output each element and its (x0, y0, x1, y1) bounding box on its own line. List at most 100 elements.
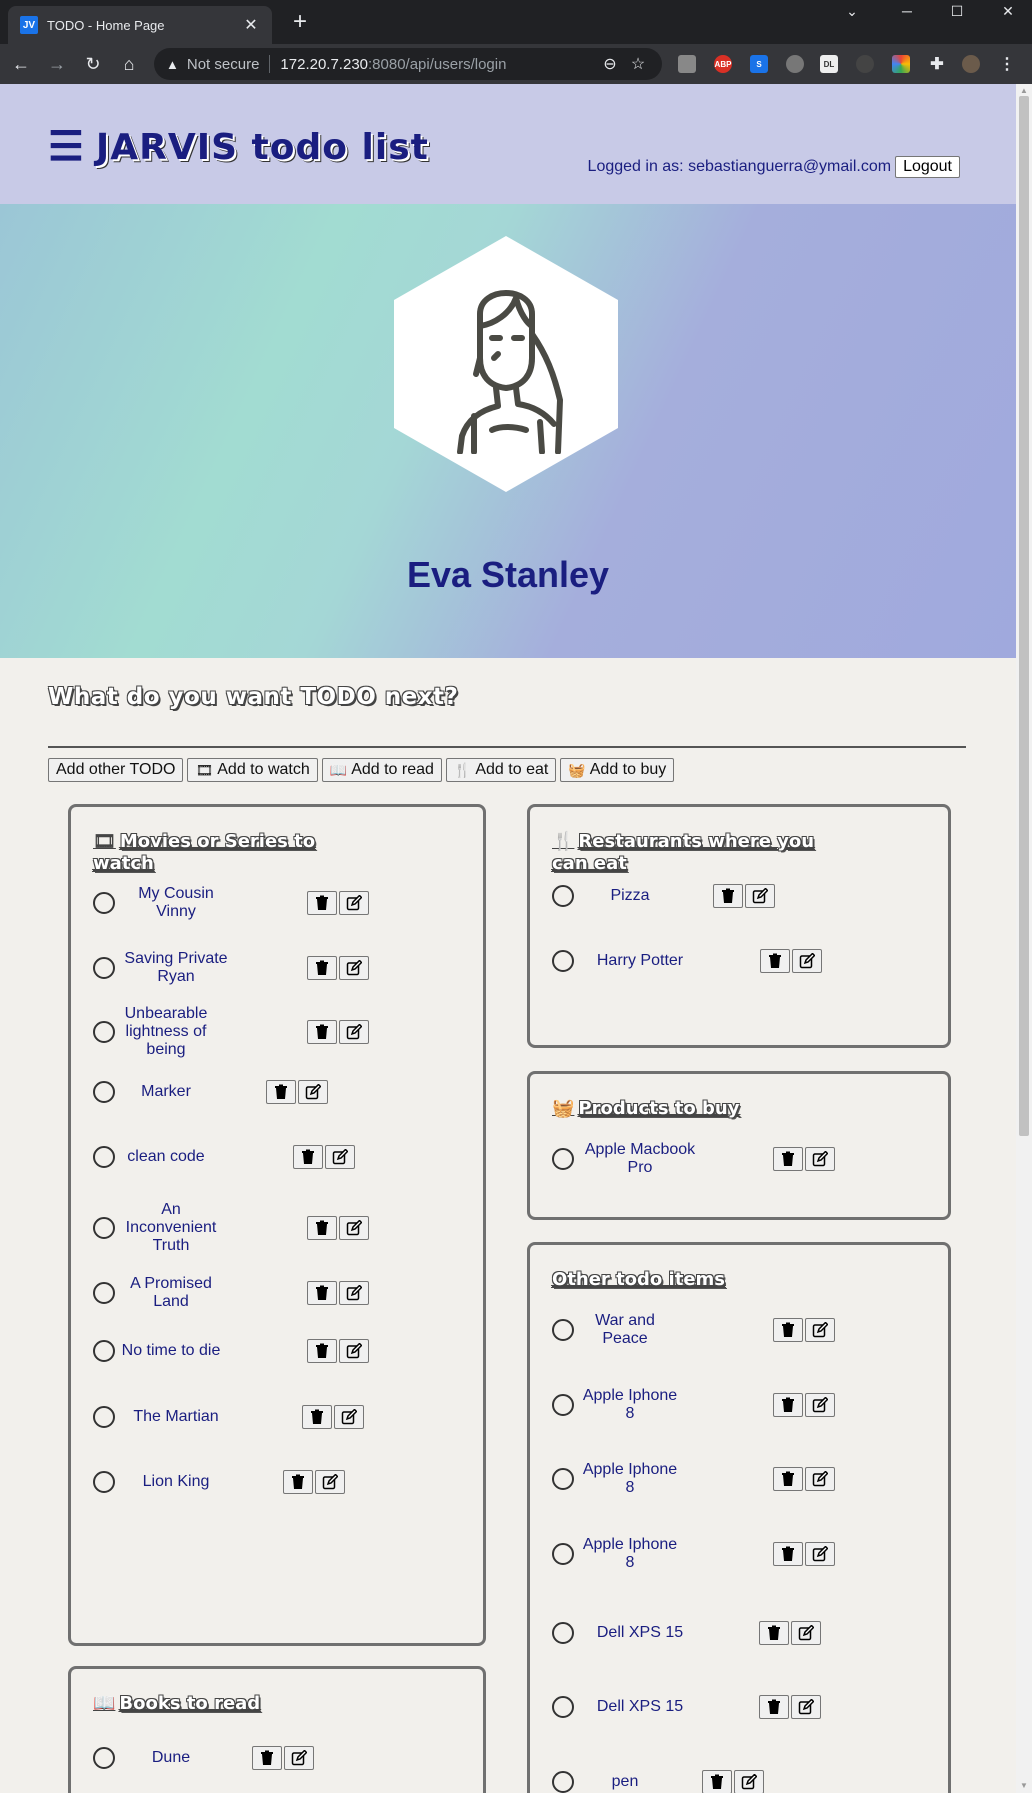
delete-button[interactable] (713, 884, 743, 908)
browser-menu-icon[interactable]: ⋮ (998, 55, 1016, 73)
todo-checkbox[interactable] (93, 1282, 115, 1304)
reload-icon[interactable]: ↻ (82, 53, 104, 75)
edit-button[interactable] (805, 1318, 835, 1342)
todo-checkbox[interactable] (552, 1468, 574, 1490)
add-to-buy-button[interactable]: 🧺 Add to buy (560, 758, 675, 782)
delete-button[interactable] (773, 1318, 803, 1342)
edit-button[interactable] (339, 956, 369, 980)
delete-button[interactable] (773, 1147, 803, 1171)
delete-button[interactable] (283, 1470, 313, 1494)
delete-button[interactable] (307, 1020, 337, 1044)
minimize-icon[interactable]: ─ (889, 0, 925, 22)
bookmark-star-icon[interactable]: ☆ (624, 54, 652, 74)
todo-checkbox[interactable] (93, 1406, 115, 1428)
edit-button[interactable] (805, 1467, 835, 1491)
edit-button[interactable] (334, 1405, 364, 1429)
todo-checkbox[interactable] (552, 950, 574, 972)
todo-checkbox[interactable] (93, 957, 115, 979)
url-text[interactable]: 172.20.7.230:8080/api/users/login (280, 56, 596, 73)
edit-button[interactable] (339, 1339, 369, 1363)
address-bar[interactable]: ▲ Not secure 172.20.7.230:8080/api/users… (154, 48, 662, 80)
add-to-read-button[interactable]: 📖 Add to read (321, 758, 442, 782)
todo-checkbox[interactable] (552, 1543, 574, 1565)
delete-button[interactable] (759, 1621, 789, 1645)
edit-button[interactable] (339, 1216, 369, 1240)
adblock-icon[interactable]: ABP (714, 55, 732, 73)
scrollbar-thumb[interactable] (1019, 96, 1029, 1136)
tab-search-icon[interactable]: ⌄ (834, 0, 870, 22)
todo-checkbox[interactable] (93, 1021, 115, 1043)
page-scrollbar[interactable]: ▲ ▼ (1016, 84, 1032, 1793)
delete-button[interactable] (252, 1746, 282, 1770)
not-secure-label[interactable]: Not secure (187, 56, 260, 73)
delete-button[interactable] (266, 1080, 296, 1104)
todo-checkbox[interactable] (552, 1394, 574, 1416)
new-tab-icon[interactable]: + (288, 9, 312, 35)
extension-s-icon[interactable]: S (750, 55, 768, 73)
edit-button[interactable] (745, 884, 775, 908)
delete-button[interactable] (307, 1216, 337, 1240)
edit-button[interactable] (805, 1542, 835, 1566)
delete-button[interactable] (759, 1695, 789, 1719)
todo-checkbox[interactable] (93, 1340, 115, 1362)
add-to-eat-button[interactable]: 🍴 Add to eat (445, 758, 557, 782)
delete-button[interactable] (773, 1467, 803, 1491)
todo-checkbox[interactable] (552, 1622, 574, 1644)
todo-checkbox[interactable] (552, 1319, 574, 1341)
delete-button[interactable] (773, 1542, 803, 1566)
extension-color-icon[interactable] (892, 55, 910, 73)
scroll-down-icon[interactable]: ▼ (1019, 1781, 1029, 1791)
edit-button[interactable] (339, 891, 369, 915)
scroll-up-icon[interactable]: ▲ (1019, 86, 1029, 96)
todo-checkbox[interactable] (93, 1146, 115, 1168)
delete-button[interactable] (307, 891, 337, 915)
extension-globe-icon[interactable] (856, 55, 874, 73)
todo-checkbox[interactable] (93, 892, 115, 914)
site-logo[interactable]: ☰ JARVIS todo list (48, 124, 429, 170)
todo-checkbox[interactable] (93, 1081, 115, 1103)
browser-tab[interactable]: JV TODO - Home Page ✕ (8, 6, 272, 44)
window-close-icon[interactable]: ✕ (990, 0, 1026, 22)
edit-button[interactable] (339, 1020, 369, 1044)
todo-checkbox[interactable] (552, 1771, 574, 1793)
delete-button[interactable] (307, 956, 337, 980)
todo-checkbox[interactable] (552, 1696, 574, 1718)
todo-checkbox[interactable] (552, 885, 574, 907)
delete-button[interactable] (307, 1339, 337, 1363)
edit-button[interactable] (805, 1147, 835, 1171)
edit-button[interactable] (284, 1746, 314, 1770)
delete-button[interactable] (760, 949, 790, 973)
edit-button[interactable] (734, 1770, 764, 1793)
add-to-watch-button[interactable]: 🎞 Add to watch (187, 758, 318, 782)
edit-button[interactable] (791, 1695, 821, 1719)
edit-button[interactable] (325, 1145, 355, 1169)
edit-button[interactable] (791, 1621, 821, 1645)
todo-checkbox[interactable] (552, 1148, 574, 1170)
maximize-icon[interactable]: ☐ (939, 0, 975, 22)
todo-checkbox[interactable] (93, 1747, 115, 1769)
delete-button[interactable] (293, 1145, 323, 1169)
todo-checkbox[interactable] (93, 1217, 115, 1239)
home-icon[interactable]: ⌂ (118, 53, 140, 75)
extension-circle-icon[interactable] (786, 55, 804, 73)
edit-button[interactable] (792, 949, 822, 973)
tab-close-icon[interactable]: ✕ (242, 15, 260, 35)
edit-button[interactable] (315, 1470, 345, 1494)
profile-avatar-icon[interactable] (962, 55, 980, 73)
delete-button[interactable] (773, 1393, 803, 1417)
extension-zoom-icon[interactable]: DL (820, 55, 838, 73)
delete-button[interactable] (702, 1770, 732, 1793)
edit-button[interactable] (298, 1080, 328, 1104)
edit-button[interactable] (339, 1281, 369, 1305)
warning-icon[interactable]: ▲ (166, 57, 179, 72)
delete-button[interactable] (307, 1281, 337, 1305)
delete-button[interactable] (302, 1405, 332, 1429)
zoom-icon[interactable]: ⊖ (596, 54, 624, 74)
add-other-todo-button[interactable]: Add other TODO (48, 758, 184, 782)
back-icon[interactable]: ← (10, 53, 32, 75)
todo-checkbox[interactable] (93, 1471, 115, 1493)
logout-button[interactable]: Logout (895, 156, 960, 178)
forward-icon[interactable]: → (46, 53, 68, 75)
extensions-puzzle-icon[interactable]: ✚ (928, 55, 946, 73)
edit-button[interactable] (805, 1393, 835, 1417)
